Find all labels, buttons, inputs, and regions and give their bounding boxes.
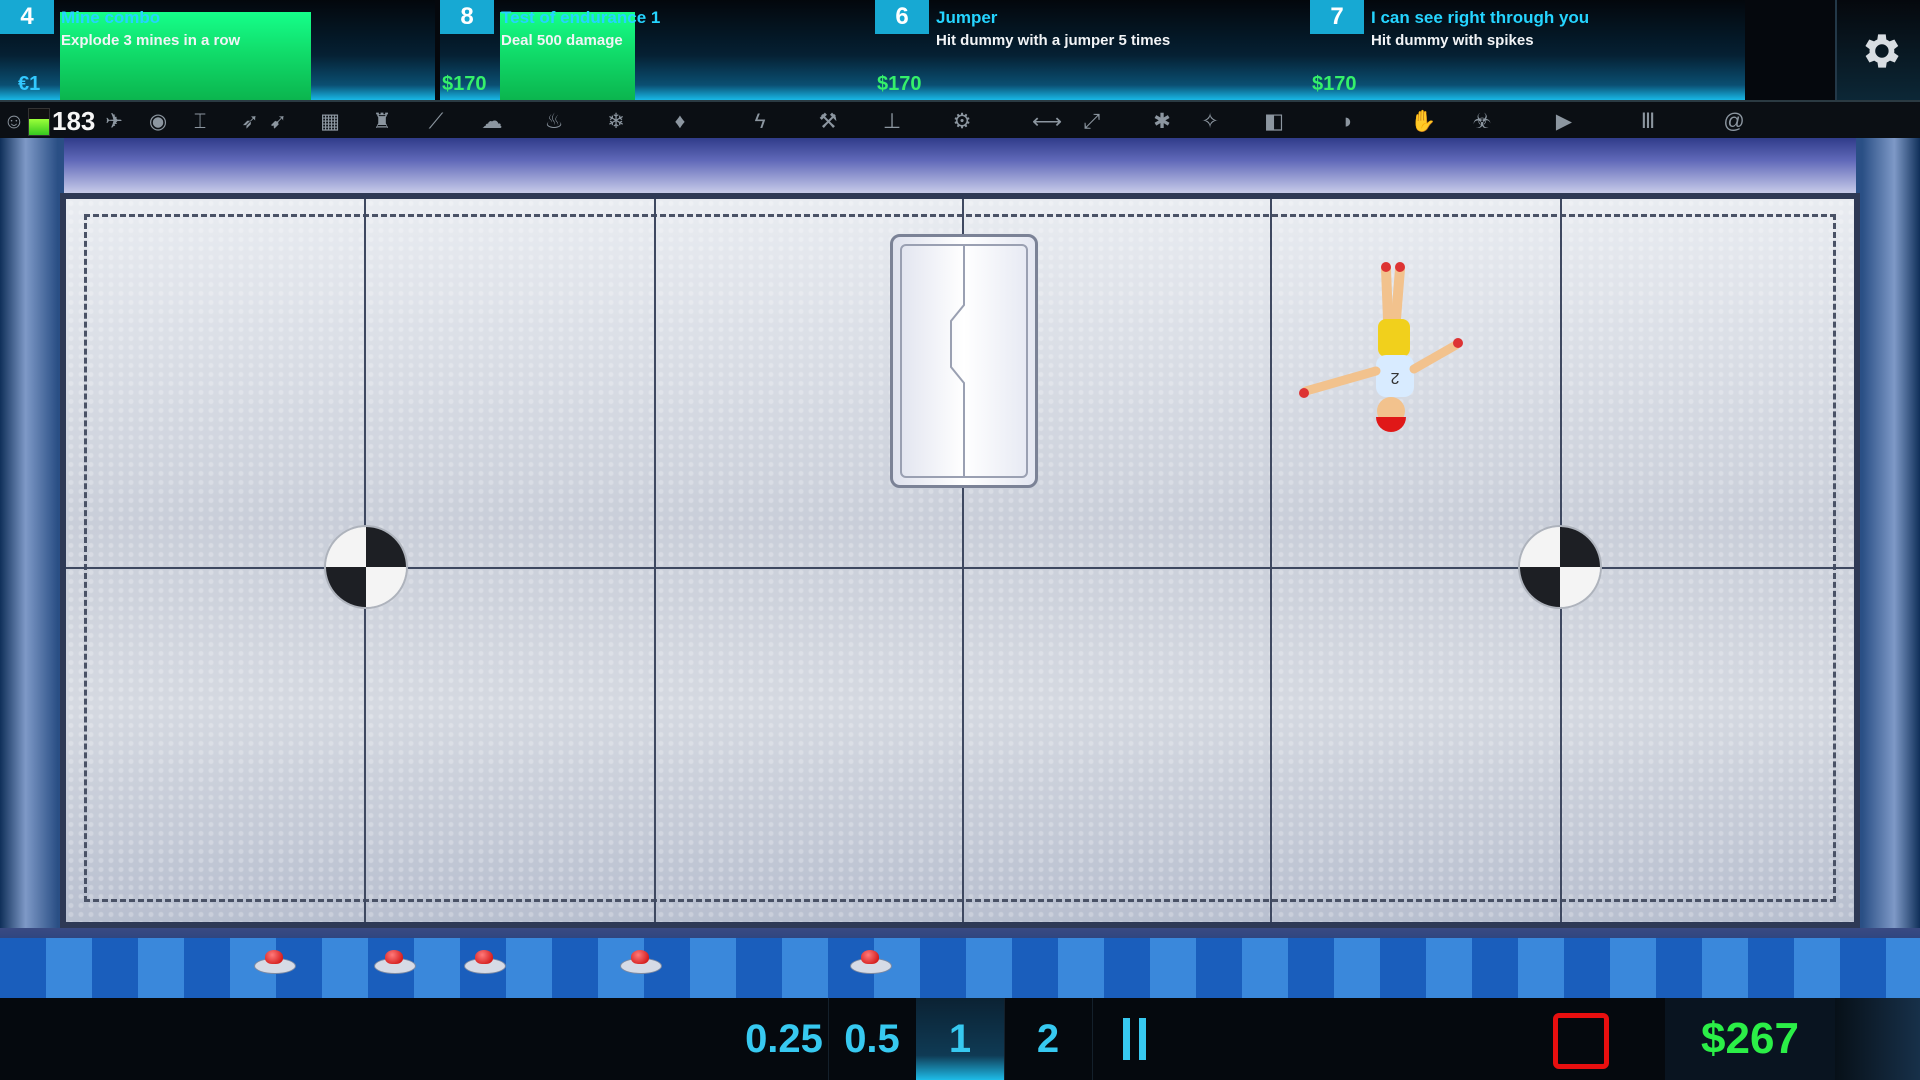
achievement-card: 8 Test of endurance 1 Deal 500 damage $1… [440,0,875,100]
grid-line [654,199,656,922]
mine[interactable] [464,950,506,974]
money-display: $267 [1665,998,1835,1080]
speed-button-2[interactable]: 2 [1004,998,1093,1080]
speed-button-0.25[interactable]: 0.25 [740,998,829,1080]
glove-icon[interactable]: ✋ [1410,110,1436,134]
camera-icon[interactable]: Ⅲ [1636,110,1660,134]
achievement-name: Test of endurance 1 [501,8,661,27]
stop-icon[interactable] [1553,1013,1609,1069]
rocket-icon[interactable]: ➶ [238,110,262,134]
snowflake-icon[interactable]: ❄ [604,110,628,134]
achievement-level: 4 [0,0,54,34]
left-wall [0,138,64,998]
achievement-description: Hit dummy with a jumper 5 times [936,32,1171,49]
lightning-icon[interactable]: ϟ [748,110,772,134]
test-chamber[interactable]: 2 [60,193,1860,979]
achievement-card: 7 I can see right through you Hit dummy … [1310,0,1745,100]
achievement-name: Jumper [936,8,998,27]
achievement-description: Deal 500 damage [501,32,623,49]
spring-icon[interactable]: ⌶ [188,110,212,134]
grid-icon[interactable]: ▦ [318,110,342,134]
wrench-icon[interactable]: ⤢ [1080,110,1104,134]
speed-button-0.5[interactable]: 0.5 [828,998,917,1080]
svg-text:2: 2 [1390,369,1399,386]
water-drop-icon[interactable]: ♦ [668,110,692,134]
missile-icon[interactable]: ➹ [266,110,290,134]
blade-icon[interactable]: ◧ [1262,110,1286,134]
brain-icon[interactable]: ☁ [480,110,504,134]
achievement-description: Explode 3 mines in a row [61,32,241,49]
circle-saw-icon[interactable]: ◉ [146,110,170,134]
achievement-reward: $170 [1312,73,1357,95]
target-marker [326,527,406,607]
hammer-icon[interactable]: ⚒ [816,110,840,134]
swirl-icon[interactable]: @ [1722,110,1746,134]
fan-icon[interactable]: ✧ [1198,110,1222,134]
door-seam [950,245,965,477]
right-wall [1856,138,1920,998]
achievement-name: Mine combo [61,8,161,27]
achievement-reward: $170 [442,73,487,95]
settings-area [1835,0,1920,100]
arena-ceiling [0,138,1920,193]
bottom-control-bar: 0.25 0.5 1 2 $267 [0,998,1920,1080]
hand-icon[interactable]: ☣ [1470,110,1494,134]
achievement-name: I can see right through you [1371,8,1590,27]
weapon-toolbar: ☺ 183 ✈ ◉ ⌶ ➶ ➹ ▦ ♜ ⟋ ☁ ♨ ❄ ♦ ϟ ⚒ ⊥ ⚙ ⟷ … [0,100,1920,140]
pause-icon[interactable] [1103,998,1178,1080]
money-panel-end [1835,998,1920,1080]
health-fill [29,119,49,135]
claw-icon[interactable]: ✱ [1150,110,1174,134]
virus-icon[interactable]: ▶ [1552,110,1576,134]
achievement-reward: $170 [877,73,922,95]
mine[interactable] [254,950,296,974]
achievement-reward: €1 [18,73,41,95]
arena[interactable]: 2 [0,138,1920,998]
needle-icon[interactable]: ⊥ [880,110,904,134]
mine[interactable] [374,950,416,974]
health-meter [28,108,50,136]
achievement-card: 6 Jumper Hit dummy with a jumper 5 times… [875,0,1310,100]
achievement-level: 6 [875,0,929,34]
mine[interactable] [620,950,662,974]
speaker-icon[interactable]: ◗ [1336,110,1360,134]
gear-wheel-icon[interactable]: ⚙ [950,110,974,134]
achievement-level: 8 [440,0,494,34]
ragdoll-dummy[interactable]: 2 [1296,259,1496,459]
achievement-card: 4 Mine combo Explode 3 mines in a row €1 [0,0,435,100]
speed-button-1[interactable]: 1 [916,998,1005,1080]
person-icon[interactable]: ☺ [2,110,26,134]
health-value: 183 [52,106,96,136]
achievements-bar: 4 Mine combo Explode 3 mines in a row €1… [0,0,1835,100]
arrow-icon[interactable]: ⟷ [1032,110,1062,134]
achievement-description: Hit dummy with spikes [1371,32,1534,49]
gear-icon[interactable] [1857,28,1903,74]
grid-line [1270,199,1272,922]
chamber-door [890,234,1038,488]
mine[interactable] [850,950,892,974]
target-marker [1520,527,1600,607]
airplane-icon[interactable]: ✈ [102,110,126,134]
knife-icon[interactable]: ⟋ [424,110,448,134]
fire-icon[interactable]: ♨ [542,110,566,134]
achievement-level: 7 [1310,0,1364,34]
candle-icon[interactable]: ♜ [370,110,394,134]
